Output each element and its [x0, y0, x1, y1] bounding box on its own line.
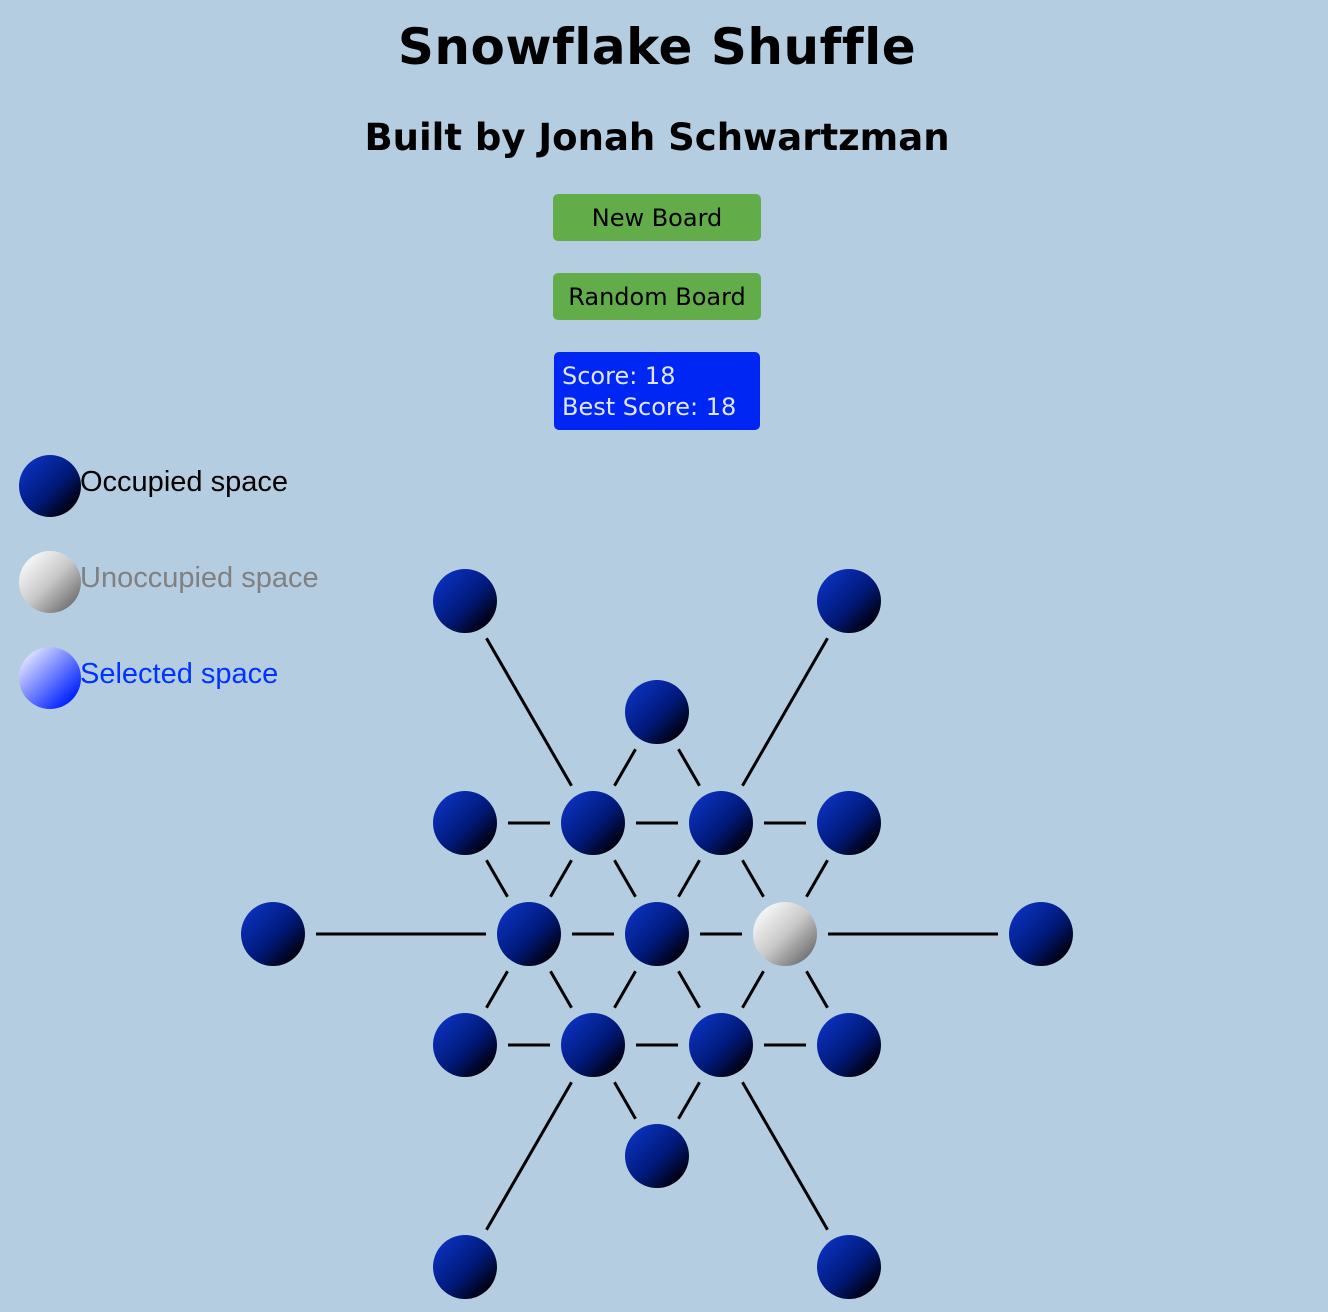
- unoccupied-ball-icon: [19, 551, 81, 613]
- board-space-outer-left-occupied[interactable]: [241, 902, 305, 966]
- board-connection-line: [677, 970, 701, 1009]
- board-connection-line: [613, 859, 637, 898]
- board-space-row3-b-occupied[interactable]: [561, 1013, 625, 1077]
- board-space-row1-a-occupied[interactable]: [433, 791, 497, 855]
- board-connection-line: [741, 859, 765, 898]
- legend-occupied-label: Occupied space: [80, 466, 288, 498]
- board-space-row2-b-occupied[interactable]: [625, 902, 689, 966]
- board-connection-line: [741, 1081, 829, 1231]
- board-connection-line: [741, 970, 765, 1009]
- board-space-row1-b-occupied[interactable]: [561, 791, 625, 855]
- new-board-button[interactable]: New Board: [553, 194, 761, 241]
- board-connection-line: [805, 859, 829, 898]
- board-connection-line: [741, 637, 829, 787]
- board-space-top-occupied[interactable]: [625, 680, 689, 744]
- board-connection-line: [613, 748, 637, 787]
- board-connection-line: [805, 970, 829, 1009]
- board-space-row1-d-occupied[interactable]: [817, 791, 881, 855]
- board-connection-line: [677, 748, 701, 787]
- board-connection-line: [677, 1081, 701, 1120]
- score-value: Score: 18: [562, 362, 676, 390]
- board-space-row3-a-occupied[interactable]: [433, 1013, 497, 1077]
- board-space-outer-bottom-left-occupied[interactable]: [433, 1235, 497, 1299]
- board-space-outer-bottom-right-occupied[interactable]: [817, 1235, 881, 1299]
- board-space-row3-c-occupied[interactable]: [689, 1013, 753, 1077]
- board-connection-line: [613, 970, 637, 1009]
- board-connection-line: [613, 1081, 637, 1120]
- board-connection-line: [485, 859, 509, 898]
- board-connection-line: [549, 859, 573, 898]
- board-connection-line: [485, 970, 509, 1009]
- board-space-bottom-occupied[interactable]: [625, 1124, 689, 1188]
- game-page: Snowflake Shuffle Built by Jonah Schwart…: [0, 0, 1328, 1312]
- board-space-outer-right-occupied[interactable]: [1009, 902, 1073, 966]
- board-space-row3-d-occupied[interactable]: [817, 1013, 881, 1077]
- board-space-row2-a-occupied[interactable]: [497, 902, 561, 966]
- random-board-button[interactable]: Random Board: [553, 273, 761, 320]
- board-space-outer-top-left-occupied[interactable]: [433, 569, 497, 633]
- board-connection-line: [549, 970, 573, 1009]
- board-space-row2-c-unoccupied[interactable]: [753, 902, 817, 966]
- legend-unoccupied-label: Unoccupied space: [80, 562, 319, 594]
- selected-ball-icon: [19, 647, 81, 709]
- legend-selected-label: Selected space: [80, 658, 279, 690]
- board-space-row1-c-occupied[interactable]: [689, 791, 753, 855]
- board-connection-line: [677, 859, 701, 898]
- score-panel: Score: 18 Best Score: 18: [554, 352, 760, 430]
- board-space-outer-top-right-occupied[interactable]: [817, 569, 881, 633]
- page-title: Snowflake Shuffle: [397, 18, 917, 76]
- board-connection-line: [485, 637, 573, 787]
- page-subtitle: Built by Jonah Schwartzman: [364, 116, 950, 159]
- occupied-ball-icon: [19, 455, 81, 517]
- board-spaces: [241, 569, 1073, 1299]
- best-score-value: Best Score: 18: [562, 393, 737, 421]
- board-connection-line: [485, 1081, 573, 1231]
